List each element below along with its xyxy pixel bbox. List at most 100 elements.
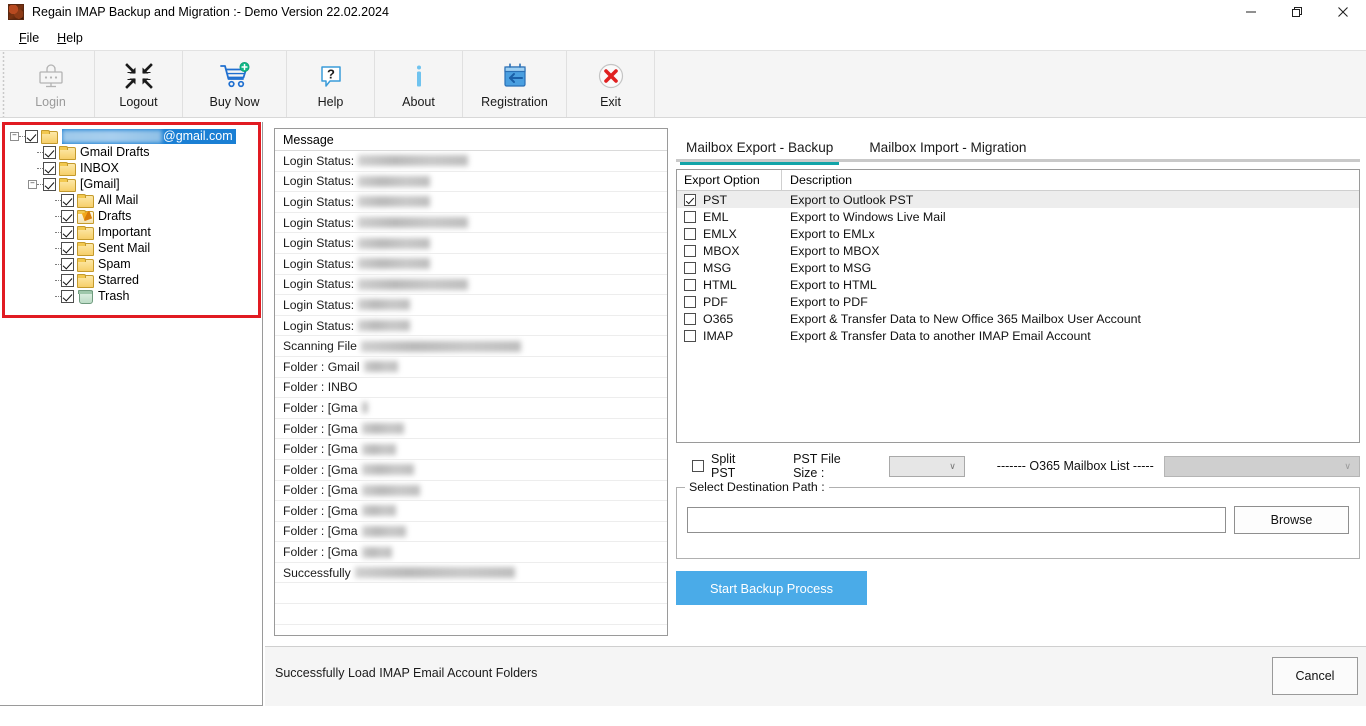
- tree-node[interactable]: Drafts: [10, 208, 258, 224]
- export-option-row[interactable]: O365 Export & Transfer Data to New Office…: [677, 310, 1359, 327]
- message-row[interactable]: Login Status:: [275, 192, 667, 213]
- tree-checkbox[interactable]: [43, 161, 56, 175]
- export-option-row[interactable]: HTML Export to HTML: [677, 276, 1359, 293]
- export-option-checkbox[interactable]: [684, 261, 696, 274]
- export-option-row[interactable]: MSG Export to MSG: [677, 259, 1359, 276]
- tree-checkbox[interactable]: [61, 241, 74, 255]
- export-option-row[interactable]: PDF Export to PDF: [677, 293, 1359, 310]
- close-icon[interactable]: [1320, 0, 1366, 24]
- tree-checkbox[interactable]: [61, 289, 74, 303]
- tree-checkbox[interactable]: [61, 273, 74, 287]
- tree-root-node[interactable]: @gmail.com: [10, 128, 258, 144]
- message-row[interactable]: Folder : INBO: [275, 378, 667, 399]
- message-row[interactable]: Folder : [Gma: [275, 542, 667, 563]
- export-option-cell[interactable]: PDF: [677, 295, 782, 309]
- toolbar-button-registration[interactable]: Registration: [463, 51, 567, 117]
- message-row[interactable]: Folder : [Gma: [275, 501, 667, 522]
- export-option-checkbox[interactable]: [684, 295, 696, 308]
- cancel-button[interactable]: Cancel: [1272, 657, 1358, 695]
- message-row[interactable]: Login Status:: [275, 172, 667, 193]
- tree-node[interactable]: Gmail Drafts: [10, 144, 258, 160]
- message-row[interactable]: Folder : [Gma: [275, 439, 667, 460]
- message-row[interactable]: Successfully: [275, 563, 667, 584]
- message-row[interactable]: Folder : [Gma: [275, 522, 667, 543]
- message-row[interactable]: Login Status:: [275, 275, 667, 296]
- export-option-cell[interactable]: IMAP: [677, 329, 782, 343]
- toolbar-grip[interactable]: [0, 51, 7, 117]
- message-row[interactable]: Login Status:: [275, 151, 667, 172]
- tree-checkbox[interactable]: [61, 209, 74, 223]
- minimize-icon[interactable]: [1228, 0, 1274, 24]
- toolbar-button-exit[interactable]: Exit: [567, 51, 655, 117]
- export-option-checkbox[interactable]: [684, 312, 696, 325]
- export-option-cell[interactable]: HTML: [677, 278, 782, 292]
- toolbar-button-help[interactable]: ? Help: [287, 51, 375, 117]
- start-backup-process-button[interactable]: Start Backup Process: [676, 571, 867, 605]
- tree-node[interactable]: [Gmail]: [10, 176, 258, 192]
- message-row[interactable]: Login Status:: [275, 254, 667, 275]
- message-row[interactable]: Folder : [Gma: [275, 419, 667, 440]
- o365-mailbox-list-select[interactable]: ∨: [1163, 455, 1360, 477]
- tree-node[interactable]: Trash: [10, 288, 258, 304]
- collapse-node-icon[interactable]: [28, 179, 37, 189]
- message-row[interactable]: Login Status:: [275, 316, 667, 337]
- tree-checkbox[interactable]: [43, 177, 56, 191]
- toolbar-button-logout[interactable]: Logout: [95, 51, 183, 117]
- message-row[interactable]: Folder : [Gma: [275, 460, 667, 481]
- export-option-row[interactable]: EML Export to Windows Live Mail: [677, 208, 1359, 225]
- collapse-root-icon[interactable]: [10, 131, 19, 141]
- tree-node[interactable]: Spam: [10, 256, 258, 272]
- tab-mailbox-export-backup[interactable]: Mailbox Export - Backup: [680, 140, 840, 165]
- export-option-row[interactable]: EMLX Export to EMLx: [677, 225, 1359, 242]
- export-option-row[interactable]: IMAP Export & Transfer Data to another IM…: [677, 327, 1359, 344]
- menu-item-file[interactable]: File: [10, 30, 48, 46]
- message-row[interactable]: Login Status:: [275, 213, 667, 234]
- tree-node[interactable]: Important: [10, 224, 258, 240]
- maximize-icon[interactable]: [1274, 0, 1320, 24]
- tree-checkbox-root[interactable]: [25, 129, 38, 143]
- export-option-cell[interactable]: EML: [677, 210, 782, 224]
- export-option-checkbox[interactable]: [684, 210, 696, 223]
- tree-checkbox[interactable]: [61, 193, 74, 207]
- tree-node[interactable]: All Mail: [10, 192, 258, 208]
- export-option-cell[interactable]: MBOX: [677, 244, 782, 258]
- export-option-row[interactable]: MBOX Export to MBOX: [677, 242, 1359, 259]
- message-row[interactable]: Folder : [Gma: [275, 481, 667, 502]
- tree-checkbox[interactable]: [61, 225, 74, 239]
- export-option-checkbox[interactable]: [684, 227, 696, 240]
- browse-button[interactable]: Browse: [1234, 506, 1349, 534]
- export-option-checkbox[interactable]: [684, 278, 696, 291]
- toolbar-button-buy-now[interactable]: Buy Now: [183, 51, 287, 117]
- tree-checkbox[interactable]: [61, 257, 74, 271]
- tree-node[interactable]: INBOX: [10, 160, 258, 176]
- message-row[interactable]: Folder : [Gma: [275, 398, 667, 419]
- tree-checkbox[interactable]: [43, 145, 56, 159]
- message-row[interactable]: Login Status:: [275, 295, 667, 316]
- export-option-checkbox[interactable]: [684, 244, 696, 257]
- toolbar-button-login[interactable]: Login: [7, 51, 95, 117]
- export-option-row[interactable]: PST Export to Outlook PST: [677, 191, 1359, 208]
- export-option-cell[interactable]: MSG: [677, 261, 782, 275]
- message-row[interactable]: Login Status:: [275, 233, 667, 254]
- toolbar-button-about[interactable]: About: [375, 51, 463, 117]
- pst-file-size-select[interactable]: ∨: [889, 455, 965, 477]
- message-list[interactable]: Login Status: Login Status: Login Status: L…: [275, 151, 667, 625]
- tree-root-label[interactable]: @gmail.com: [62, 128, 236, 144]
- message-row[interactable]: [275, 583, 667, 605]
- export-option-cell[interactable]: O365: [677, 312, 782, 326]
- message-row[interactable]: [275, 604, 667, 625]
- export-option-checkbox[interactable]: [684, 329, 696, 342]
- menu-item-help[interactable]: Help: [48, 30, 92, 46]
- tab-mailbox-import-migration[interactable]: Mailbox Import - Migration: [863, 140, 1032, 162]
- message-row-label: Folder : INBO: [283, 380, 358, 395]
- split-pst-control[interactable]: Split PST: [692, 452, 755, 480]
- tree-node[interactable]: Starred: [10, 272, 258, 288]
- destination-path-input[interactable]: [687, 507, 1226, 533]
- export-option-cell[interactable]: EMLX: [677, 227, 782, 241]
- message-row[interactable]: Scanning File: [275, 336, 667, 357]
- message-row[interactable]: Folder : Gmail: [275, 357, 667, 378]
- export-option-checkbox[interactable]: [684, 193, 696, 206]
- split-pst-checkbox[interactable]: [692, 460, 704, 472]
- tree-node[interactable]: Sent Mail: [10, 240, 258, 256]
- export-option-cell[interactable]: PST: [677, 193, 782, 207]
